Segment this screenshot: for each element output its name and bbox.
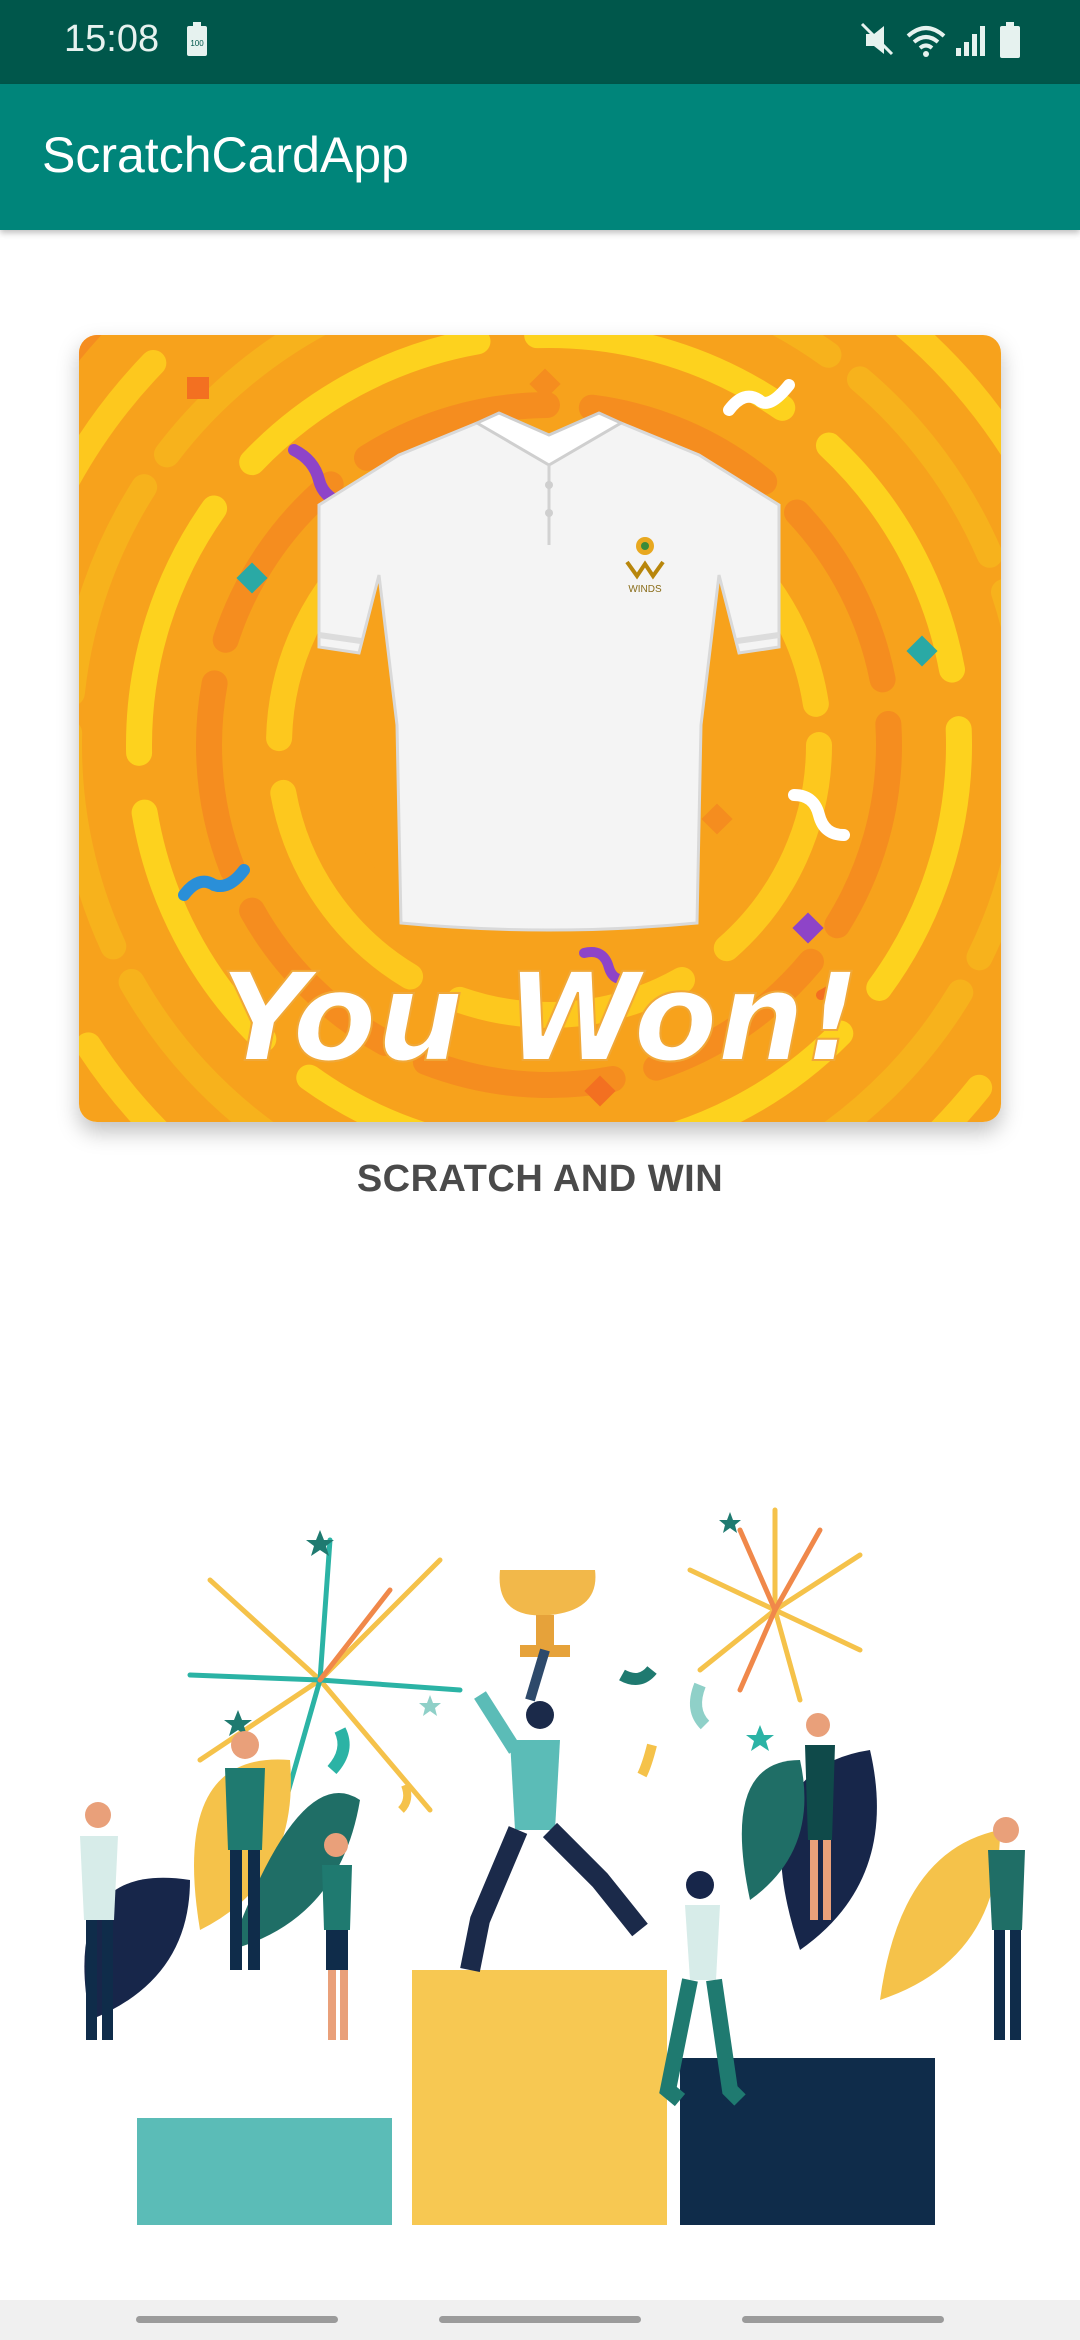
- nav-home-handle[interactable]: [439, 2316, 641, 2323]
- mute-icon: [860, 22, 894, 56]
- celebration-illustration: [80, 1507, 1025, 2225]
- nav-back-handle[interactable]: [742, 2316, 944, 2323]
- podium-first: [412, 1970, 667, 2225]
- scratch-card[interactable]: WINDS You Won!: [79, 335, 1001, 1122]
- app-title: ScratchCardApp: [42, 127, 409, 183]
- podium-third: [137, 2118, 392, 2225]
- battery-saver-icon: 100: [187, 22, 207, 56]
- status-time: 15:08: [64, 18, 160, 60]
- app-bar: ScratchCardApp: [0, 84, 1080, 230]
- person-far-right: [988, 1817, 1025, 2040]
- signal-icon: [956, 26, 985, 56]
- podium-second: [680, 2058, 935, 2225]
- nav-recents-handle[interactable]: [136, 2316, 338, 2323]
- battery-icon: [1000, 22, 1020, 58]
- you-won-headline: You Won!: [220, 947, 860, 1089]
- status-icons: [860, 22, 1020, 58]
- firework-right: [687, 1507, 863, 1703]
- prize-logo-text: WINDS: [628, 584, 662, 595]
- prize-illustration: WINDS You Won!: [79, 335, 1001, 1122]
- battery-badge-text: 100: [190, 39, 204, 48]
- wifi-icon: [906, 26, 946, 57]
- winner-figure: [460, 1570, 648, 1972]
- status-bar: 15:08 100: [0, 0, 1080, 84]
- scratch-and-win-label: SCRATCH AND WIN: [356, 1158, 724, 1200]
- navigation-bar: [0, 2300, 1080, 2340]
